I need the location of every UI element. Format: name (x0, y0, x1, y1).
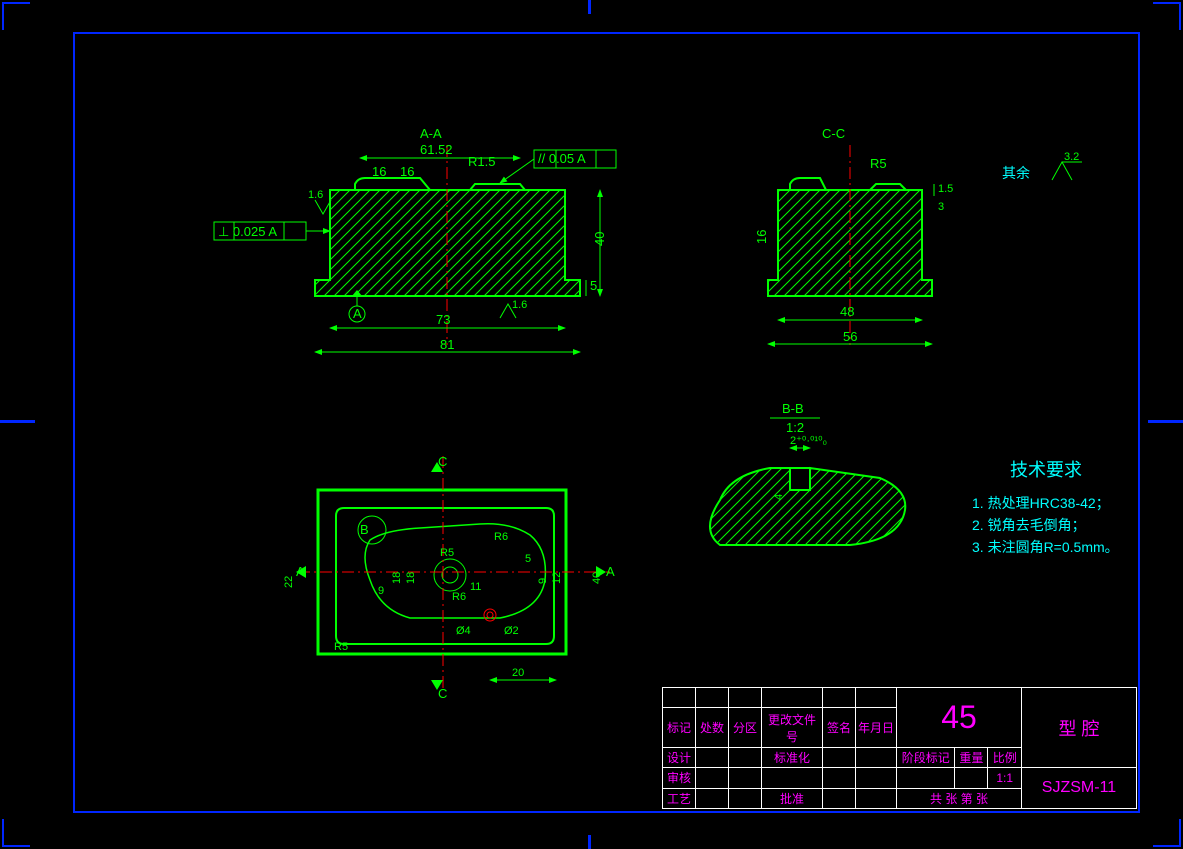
dim-16a: 16 (372, 164, 386, 179)
note-1: 1. 热处理HRC38-42； (972, 495, 1110, 512)
note-other: 其余 (1002, 165, 1030, 181)
notes-title: 技术要求 (1010, 460, 1082, 480)
dim-81: 81 (440, 337, 454, 352)
dim-bb-tol: 2⁺⁰·⁰¹⁰₀ (790, 435, 827, 447)
gdandt-perp: ⊥ 0.025 A (214, 222, 330, 240)
gdandt-parallel: // 0.05 A (500, 150, 616, 183)
dim-9: 9 (378, 585, 384, 597)
datum-a-label: A (353, 306, 362, 321)
dim-6152: 61.52 (420, 142, 453, 157)
tb-h6: 年月日 (856, 708, 897, 748)
dim-20: 20 (512, 667, 524, 679)
dim-22: 22 (283, 576, 295, 588)
tb-scale: 1:1 (988, 768, 1022, 788)
tech-notes: 技术要求 1. 热处理HRC38-42； 2. 锐角去毛倒角； 3. 未注圆角R… (972, 460, 1119, 555)
dim-5: 5 (590, 278, 597, 293)
tb-num: 45 (941, 699, 977, 735)
title-block: 45 型 腔 标记 处数 分区 更改文件号 签名 年月日 设计 标准化 阶段标记… (662, 687, 1137, 809)
plan-view: C C A A B 22 9 18 18 R5 R6 R6 11 5 Ø4 Ø2… (283, 454, 615, 701)
dim-cc-3: 3 (938, 201, 944, 213)
section-bb-scale: 1:2 (786, 420, 804, 435)
tb-sheet: 共 张 第 张 (897, 788, 1022, 808)
dim-bb-4: 4 (773, 494, 785, 500)
dim-r5a: R5 (440, 547, 454, 559)
sf-16b: 1.6 (512, 299, 527, 311)
dim-5: 5 (525, 553, 531, 565)
dim-16b: 16 (400, 164, 414, 179)
surface-finish-other: 其余 3.2 (1002, 151, 1082, 181)
perp-box: ⊥ 0.025 A (218, 224, 277, 239)
note-sf: 3.2 (1064, 151, 1079, 163)
dim-r6a: R6 (494, 531, 508, 543)
tb-h1: 标记 (663, 708, 696, 748)
tb-appr: 批准 (762, 788, 823, 808)
tb-h3: 分区 (729, 708, 762, 748)
dim-cc-16: 16 (754, 230, 769, 244)
tb-check: 审核 (663, 768, 696, 788)
section-aa-title: A-A (420, 126, 442, 141)
dim-18b: 18 (405, 572, 417, 584)
tb-weight: 重量 (955, 747, 988, 767)
dim-phi2: Ø2 (504, 625, 519, 637)
dim-cc-15: 1.5 (938, 183, 953, 195)
sec-c-bot: C (438, 686, 447, 701)
dim-73: 73 (436, 312, 450, 327)
dim-18a: 18 (391, 572, 403, 584)
tb-scalelbl: 比例 (988, 747, 1022, 767)
tb-stage: 阶段标记 (897, 747, 955, 767)
dim-r5b: R5 (334, 641, 348, 653)
dim-12: 12 (551, 572, 563, 584)
sf-16v: 1.6 (308, 189, 323, 201)
dim-9b: 9 (537, 578, 549, 584)
dim-40p: 40 (591, 572, 603, 584)
sec-a-right: A (606, 564, 615, 579)
dim-40: 40 (592, 232, 607, 246)
section-bb-title: B-B (782, 401, 804, 416)
tb-std: 标准化 (762, 747, 823, 767)
section-cc-title: C-C (822, 126, 845, 141)
tb-h5: 签名 (823, 708, 856, 748)
sec-b: B (360, 522, 369, 537)
note-2: 2. 锐角去毛倒角； (972, 517, 1086, 534)
tb-part: 型 腔 (1058, 719, 1099, 739)
dim-cc-56: 56 (843, 329, 857, 344)
section-a-a: A-A 61.52 16 16 R1.5 // 0.05 A ⊥ 0.025 A… (214, 126, 616, 352)
tb-design: 设计 (663, 747, 696, 767)
dim-r6b: R6 (452, 591, 466, 603)
dim-phi4: Ø4 (456, 625, 471, 637)
dim-cc-48: 48 (840, 304, 854, 319)
dim-11: 11 (470, 581, 481, 593)
dim-r15: R1.5 (468, 154, 495, 169)
note-3: 3. 未注圆角R=0.5mm。 (972, 539, 1119, 555)
tb-h2: 处数 (696, 708, 729, 748)
tb-tech: 工艺 (663, 788, 696, 808)
gdandt-box: // 0.05 A (538, 151, 586, 166)
tb-h4: 更改文件号 (762, 708, 823, 748)
section-b-b: B-B 1:2 2⁺⁰·⁰¹⁰₀ 4 (710, 401, 905, 545)
section-c-c: C-C R5 1.5 3 16 48 56 (754, 126, 953, 345)
tb-code: SJZSM-11 (1042, 779, 1116, 796)
dim-cc-r5: R5 (870, 156, 887, 171)
